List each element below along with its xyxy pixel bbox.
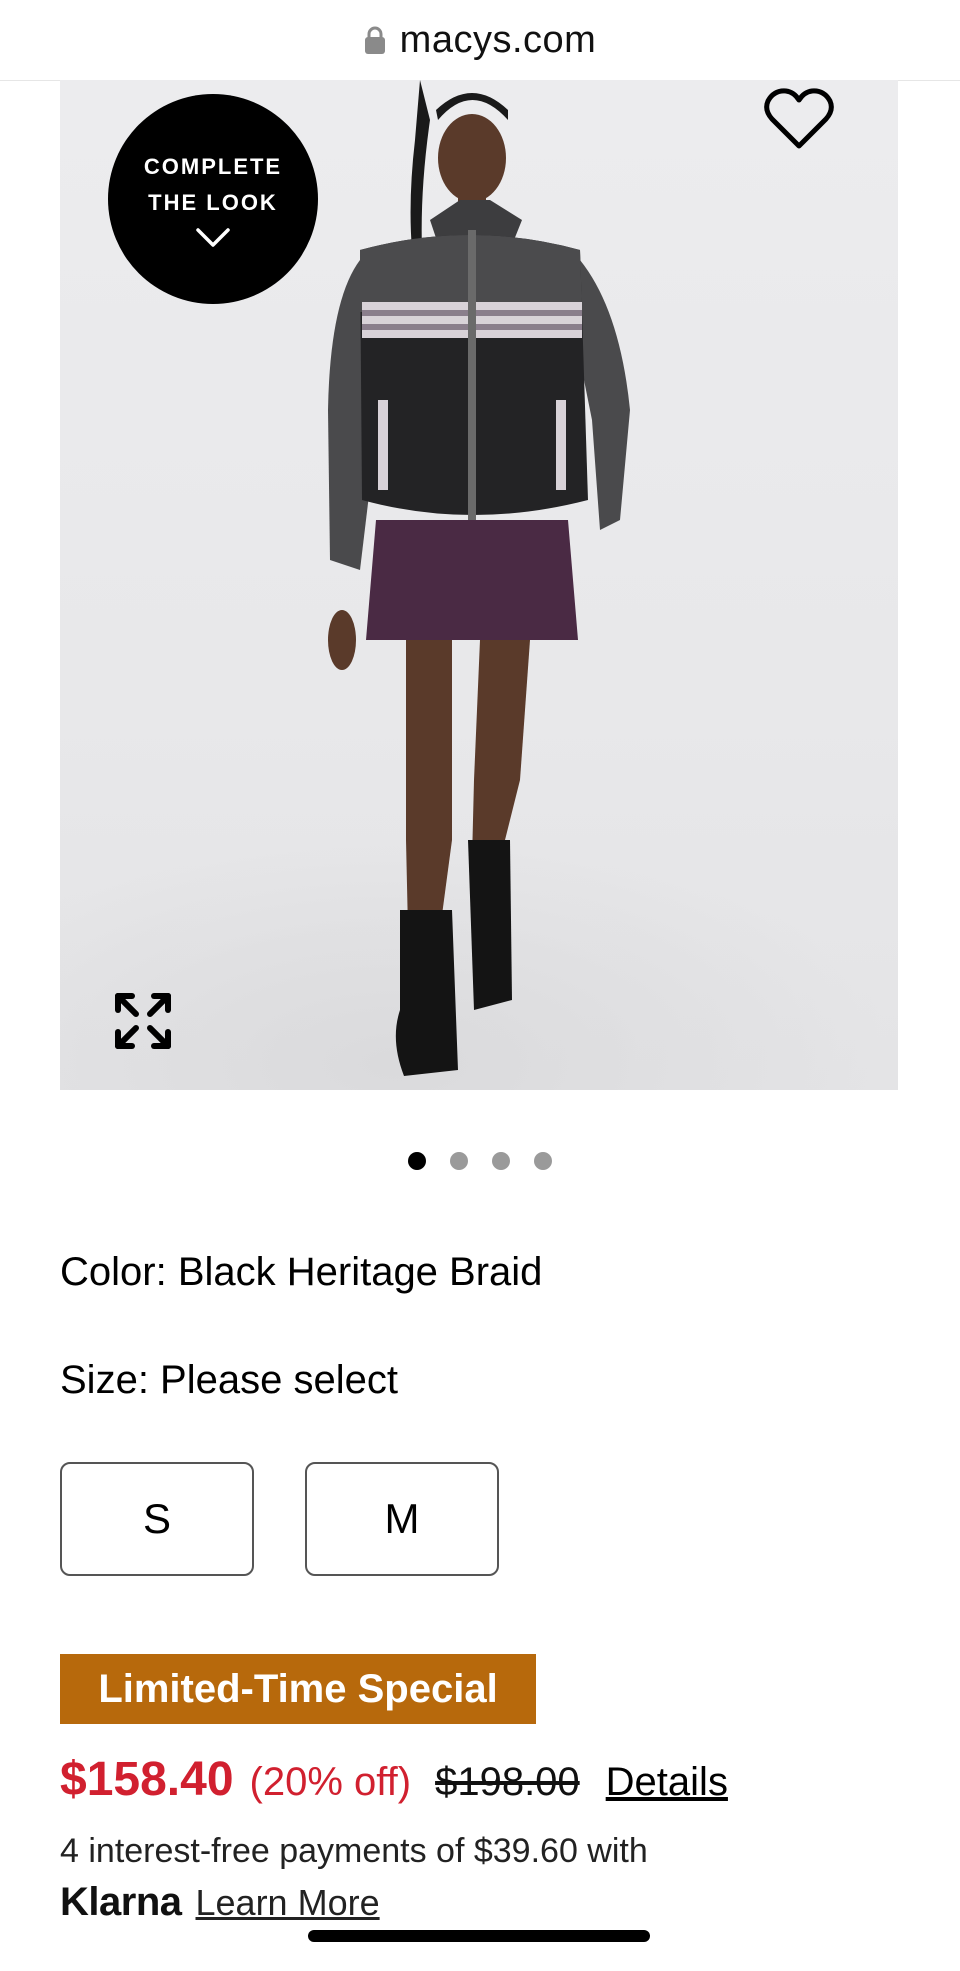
- size-button-s[interactable]: S: [60, 1462, 254, 1576]
- size-label: Size: Please select: [60, 1358, 398, 1402]
- carousel-dot-4[interactable]: [534, 1152, 552, 1170]
- url-bar[interactable]: macys.com: [0, 0, 960, 81]
- carousel-dot-1[interactable]: [408, 1152, 426, 1170]
- size-button-m[interactable]: M: [305, 1462, 499, 1576]
- color-label: Color: Black Heritage Braid: [60, 1250, 543, 1294]
- klarna-logo: Klarna: [60, 1880, 182, 1924]
- discount-percent: (20% off): [249, 1760, 412, 1804]
- complete-the-look-button[interactable]: COMPLETE THE LOOK: [108, 94, 318, 304]
- chevron-down-icon: [196, 228, 230, 247]
- original-price: $198.00: [435, 1760, 580, 1804]
- sale-price: $158.40: [60, 1753, 234, 1806]
- complete-the-look-label: COMPLETE THE LOOK: [143, 154, 283, 215]
- home-indicator: [308, 1930, 650, 1942]
- heart-icon[interactable]: [764, 88, 834, 150]
- klarna-row: Klarna Learn More: [60, 1880, 380, 1925]
- lock-icon: [364, 26, 385, 54]
- carousel-dots: [0, 1152, 960, 1170]
- carousel-dot-2[interactable]: [450, 1152, 468, 1170]
- details-link[interactable]: Details: [606, 1760, 728, 1805]
- learn-more-link[interactable]: Learn More: [196, 1882, 380, 1924]
- carousel-dot-3[interactable]: [492, 1152, 510, 1170]
- price-row: $158.40 (20% off) $198.00 Details: [60, 1752, 728, 1816]
- installments-text: 4 interest-free payments of $39.60 with: [60, 1832, 648, 1870]
- url-text: macys.com: [399, 18, 597, 61]
- limited-time-badge: Limited-Time Special: [60, 1654, 536, 1724]
- expand-icon[interactable]: [112, 990, 174, 1052]
- product-image[interactable]: COMPLETE THE LOOK: [60, 80, 898, 1090]
